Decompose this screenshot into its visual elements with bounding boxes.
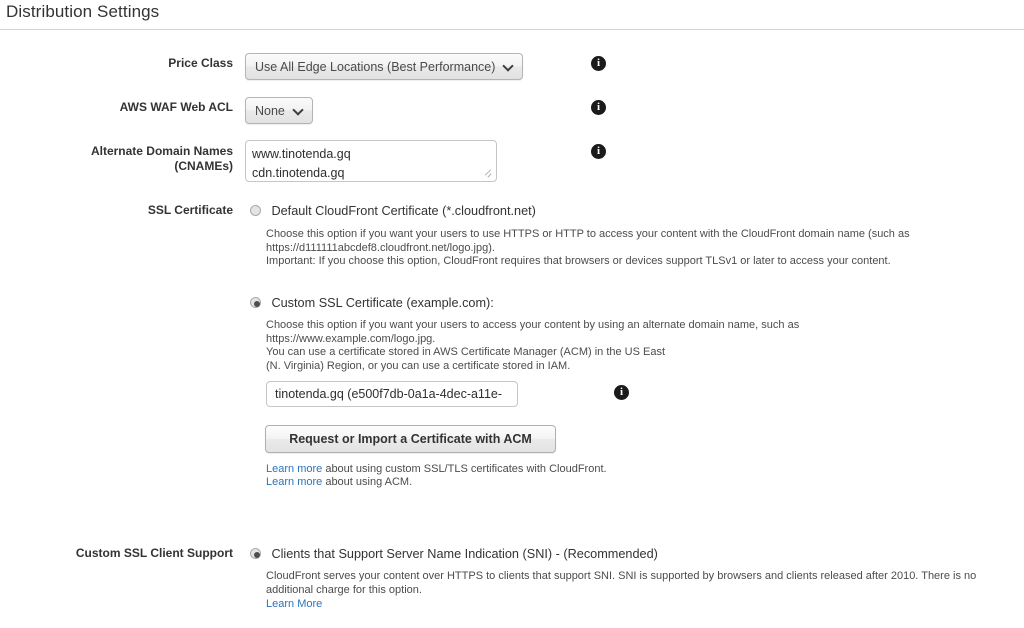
ssl-certificate-label: SSL Certificate (147, 203, 233, 217)
custom-ssl-learn-more-line: Learn more about using custom SSL/TLS ce… (266, 463, 607, 477)
waf-web-acl-info-icon[interactable] (591, 100, 606, 115)
acm-learn-more-line: Learn more about using ACM. (266, 476, 412, 490)
ssl-default-certificate-option[interactable]: Default CloudFront Certificate (*.cloudf… (250, 202, 536, 220)
learn-more-sni-link[interactable]: Learn More (266, 598, 322, 610)
sni-radio[interactable] (250, 548, 261, 560)
chevron-down-icon (294, 106, 303, 115)
price-class-label: Price Class (168, 56, 233, 70)
learn-more-custom-ssl-link[interactable]: Learn more (266, 463, 322, 475)
ssl-default-certificate-radio[interactable] (250, 205, 261, 217)
learn-more-acm-text: about using ACM. (322, 476, 413, 488)
ssl-custom-certificate-label: Custom SSL Certificate (example.com): (271, 295, 494, 310)
page-title: Distribution Settings (6, 2, 160, 21)
waf-web-acl-label: AWS WAF Web ACL (119, 100, 233, 114)
cnames-label-line1: Alternate Domain Names (90, 144, 233, 158)
cnames-label: Alternate Domain Names (CNAMEs) (40, 144, 233, 174)
waf-web-acl-select[interactable]: None (245, 97, 313, 124)
waf-web-acl-value: None (255, 103, 285, 118)
cnames-info-icon[interactable] (591, 144, 606, 159)
request-import-certificate-acm-button[interactable]: Request or Import a Certificate with ACM (265, 425, 556, 453)
sni-learn-more-line: Learn More (266, 598, 322, 612)
title-divider (0, 29, 1024, 30)
sni-description: CloudFront serves your content over HTTP… (266, 570, 977, 596)
price-class-info-icon[interactable] (591, 56, 606, 71)
sni-option[interactable]: Clients that Support Server Name Indicat… (250, 545, 658, 563)
learn-more-custom-ssl-text: about using custom SSL/TLS certificates … (322, 463, 607, 475)
ssl-custom-certificate-description: Choose this option if you want your user… (266, 319, 800, 372)
price-class-value: Use All Edge Locations (Best Performance… (255, 59, 496, 74)
cnames-textarea[interactable] (245, 140, 497, 182)
learn-more-acm-link[interactable]: Learn more (266, 476, 322, 488)
sni-label: Clients that Support Server Name Indicat… (271, 546, 658, 561)
cnames-label-line2: (CNAMEs) (174, 159, 233, 173)
custom-ssl-client-support-label: Custom SSL Client Support (75, 546, 233, 560)
ssl-default-certificate-label: Default CloudFront Certificate (*.cloudf… (271, 203, 536, 218)
price-class-select[interactable]: Use All Edge Locations (Best Performance… (245, 53, 524, 80)
ssl-custom-certificate-option[interactable]: Custom SSL Certificate (example.com): (250, 294, 494, 312)
ssl-default-certificate-description: Choose this option if you want your user… (266, 228, 910, 267)
chevron-down-icon (504, 62, 513, 71)
ssl-custom-certificate-radio[interactable] (250, 297, 261, 309)
certificate-info-icon[interactable] (614, 385, 629, 400)
certificate-select-input[interactable]: tinotenda.gq (e500f7db-0a1a-4dec-a11e- (266, 381, 518, 407)
distribution-settings-page: Distribution Settings Price Class Use Al… (0, 0, 1024, 628)
